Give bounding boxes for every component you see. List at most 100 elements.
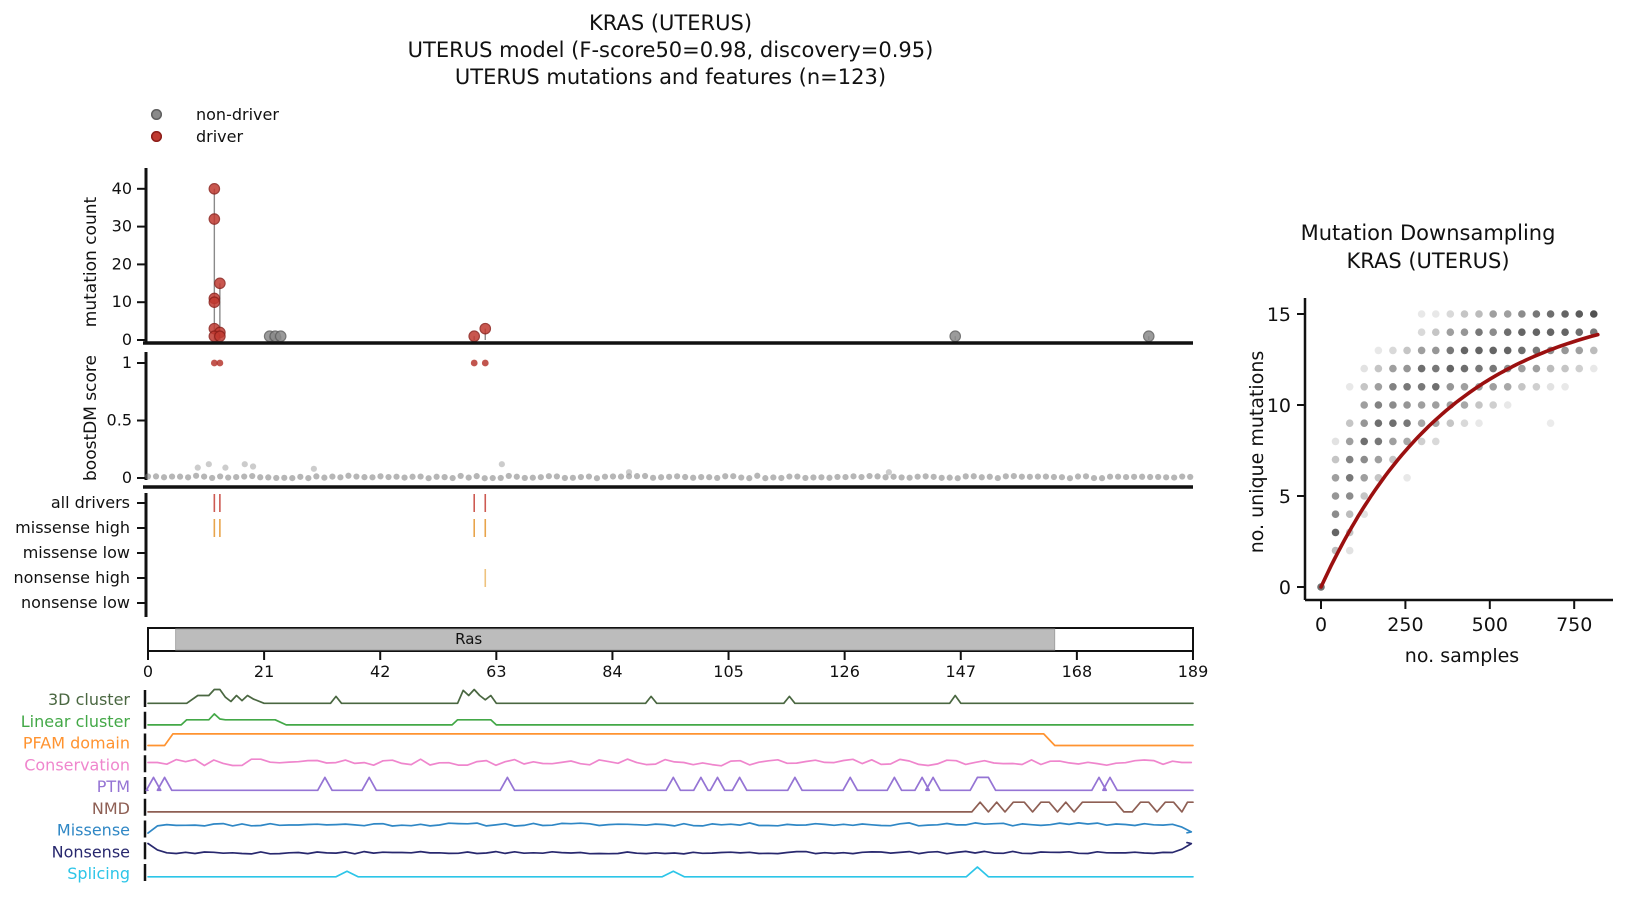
boostdm-zero-point — [441, 474, 448, 481]
ds-scatter-dot — [1475, 328, 1483, 337]
boostdm-zero-point — [601, 473, 609, 480]
legend: non-driver driver — [146, 103, 279, 147]
boostdm-zero-point — [449, 474, 456, 482]
boostdm-zero-point — [337, 474, 344, 481]
boostdm-zero-point — [353, 473, 360, 480]
feature-label-conservation: Conservation — [24, 755, 130, 774]
driver-dot-icon — [151, 130, 162, 142]
boostdm-zero-point — [930, 473, 937, 480]
ds-scatter-dot — [1389, 437, 1397, 446]
ds-scatter-dot — [1446, 310, 1455, 318]
ds-scatter-dot — [1460, 419, 1469, 428]
boostdm-zero-point — [1163, 474, 1170, 481]
boostdm-zero-point — [473, 473, 480, 480]
ds-scatter-dot — [1446, 419, 1455, 428]
boostdm-raised-point — [222, 464, 229, 471]
boostdm-zero-point — [1026, 473, 1033, 480]
ds-scatter-dot — [1389, 383, 1397, 391]
ds-scatter-dot — [1503, 328, 1512, 337]
feature-line-3d-cluster — [147, 688, 1194, 705]
ds-scatter-dot — [1331, 437, 1340, 446]
boostdm-zero-point — [754, 472, 761, 479]
ds-scatter-dot — [1417, 437, 1426, 446]
ds-scatter-dot — [1589, 346, 1598, 355]
boostdm-zero-point — [193, 472, 200, 479]
ds-scatter-dot — [1374, 437, 1383, 446]
ds-scatter-dot — [1360, 419, 1369, 428]
boostdm-zero-point — [834, 473, 841, 481]
boostdm-zero-point — [1010, 472, 1017, 480]
feature-line-pfam-domain — [147, 733, 1194, 747]
xtick-label: 147 — [945, 662, 976, 681]
ylabel-mutation-count: mutation count — [81, 196, 101, 327]
boostdm-zero-point — [682, 473, 689, 481]
ds-scatter-dot — [1518, 328, 1526, 337]
boostdm-zero-point — [698, 474, 705, 481]
boostdm-zero-point — [690, 474, 697, 481]
boostdm-zero-point — [657, 474, 665, 481]
ds-scatter-dot — [1403, 474, 1411, 482]
ds-scatter-dot — [1360, 364, 1369, 373]
ds-scatter-dot — [1575, 310, 1584, 318]
boostdm-zero-point — [233, 473, 240, 481]
ds-scatter-dot — [1532, 328, 1541, 337]
boostdm-zero-point — [1066, 475, 1074, 482]
ds-scatter-dot — [1389, 419, 1397, 428]
boostdm-zero-point — [152, 473, 160, 480]
downsampling-title: Mutation Downsampling — [1301, 221, 1556, 245]
boostdm-zero-point — [866, 472, 873, 480]
boostdm-zero-point — [810, 474, 817, 481]
ytick-label-boostdm: 0 — [122, 468, 132, 487]
ds-scatter-dot — [1417, 328, 1426, 337]
ds-scatter-dot — [1546, 364, 1555, 373]
boostdm-zero-point — [770, 474, 777, 481]
ds-scatter-dot — [1360, 492, 1369, 500]
ds-scatter-dot — [1345, 510, 1354, 518]
ds-scatter-dot — [1561, 383, 1569, 391]
ds-scatter-dot — [1374, 419, 1383, 428]
downsampling-subtitle: KRAS (UTERUS) — [1346, 249, 1509, 273]
ds-scatter-dot — [1489, 310, 1497, 318]
boostdm-zero-point — [666, 473, 673, 480]
boostdm-zero-point — [617, 473, 625, 480]
ds-ytick-label: 5 — [1279, 486, 1291, 508]
ytick-label-boostdm: 0.5 — [107, 411, 132, 430]
ds-scatter-dot — [1431, 328, 1440, 337]
ds-scatter-dot — [1431, 437, 1440, 446]
legend-label-non-driver: non-driver — [196, 104, 279, 124]
boostdm-zero-point — [425, 475, 432, 482]
ds-scatter-dot — [1460, 310, 1469, 318]
boostdm-zero-point — [561, 474, 568, 482]
ds-scatter-dot — [1518, 346, 1526, 355]
boostdm-zero-point — [858, 473, 865, 481]
domain-label-ras: Ras — [455, 630, 482, 648]
ds-scatter-dot — [1374, 401, 1383, 409]
ds-scatter-dot — [1546, 383, 1555, 391]
ds-scatter-dot — [1374, 364, 1383, 373]
figure-title-block: KRAS (UTERUS) UTERUS model (F-score50=0.… — [148, 10, 1193, 91]
boostdm-zero-point — [1122, 473, 1130, 481]
ds-scatter-dot — [1575, 346, 1584, 355]
ds-scatter-dot — [1360, 455, 1369, 464]
figure-title: KRAS (UTERUS) — [588, 11, 753, 35]
figure-canvas: 0 10 20 30 40 mutation count 1 0.5 0 boostDM scor… — [0, 0, 1632, 905]
boostdm-zero-point — [786, 473, 793, 480]
ds-scatter-dot — [1389, 346, 1397, 355]
boostdm-zero-point — [994, 474, 1001, 482]
ds-ytick-label: 15 — [1267, 304, 1291, 326]
boostdm-zero-point — [168, 473, 176, 480]
boostdm-raised-point — [625, 469, 633, 476]
ds-scatter-dot — [1417, 401, 1426, 409]
boostdm-zero-point — [1058, 474, 1066, 481]
ds-scatter-dot — [1503, 383, 1512, 391]
driver-point — [468, 330, 481, 343]
ds-scatter-dot — [1331, 510, 1340, 518]
boostdm-zero-point — [1050, 473, 1058, 481]
boostdm-zero-point — [826, 474, 833, 481]
boostdm-zero-point — [569, 474, 577, 481]
ds-scatter-dot — [1532, 310, 1541, 318]
ds-scatter-dot — [1460, 401, 1469, 409]
boostdm-zero-point — [409, 473, 416, 480]
boostdm-zero-point — [297, 473, 304, 480]
boostdm-zero-point — [1090, 474, 1098, 482]
